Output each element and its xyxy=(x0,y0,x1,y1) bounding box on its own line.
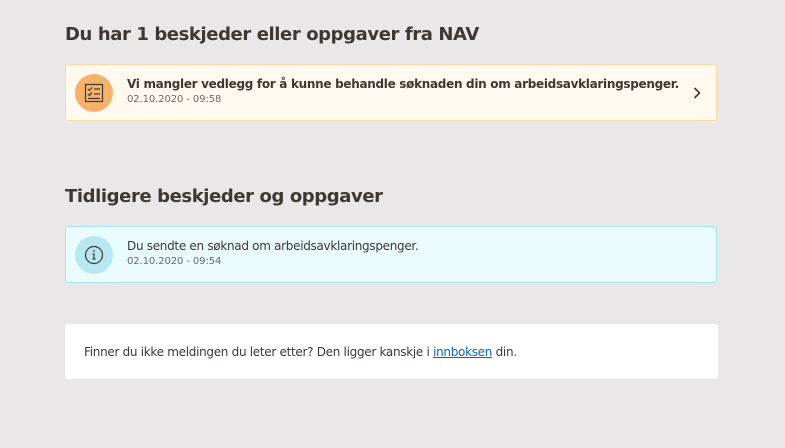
task-text: Vi mangler vedlegg for å kunne behandle … xyxy=(127,76,679,105)
task-date: 02.10.2020 - 09:58 xyxy=(127,94,222,105)
info-icon-circle xyxy=(75,236,113,274)
inbox-hint-before: Finner du ikke meldingen du leter etter?… xyxy=(84,344,434,359)
inbox-hint-text: Finner du ikke meldingen du leter etter?… xyxy=(84,345,517,359)
previous-messages-heading: Tidligere beskjeder og oppgaver xyxy=(65,186,383,207)
inbox-hint-panel: Finner du ikke meldingen du leter etter?… xyxy=(65,324,718,379)
task-icon-circle xyxy=(75,74,113,112)
checklist-icon xyxy=(84,83,104,103)
inbox-link[interactable]: innboksen xyxy=(433,345,492,359)
info-date: 02.10.2020 - 09:54 xyxy=(127,256,222,267)
info-icon xyxy=(84,245,104,265)
inbox-hint-after: din. xyxy=(492,344,517,359)
page: Du har 1 beskjeder eller oppgaver fra NA… xyxy=(0,0,785,448)
chevron-right-icon[interactable] xyxy=(690,86,704,100)
info-text: Du sendte en søknad om arbeidsavklarings… xyxy=(127,238,676,267)
new-messages-heading: Du har 1 beskjeder eller oppgaver fra NA… xyxy=(65,24,479,45)
info-card: Du sendte en søknad om arbeidsavklarings… xyxy=(65,226,717,283)
task-card[interactable]: Vi mangler vedlegg for å kunne behandle … xyxy=(65,64,717,121)
task-title: Vi mangler vedlegg for å kunne behandle … xyxy=(127,77,679,91)
info-title: Du sendte en søknad om arbeidsavklarings… xyxy=(127,239,419,253)
